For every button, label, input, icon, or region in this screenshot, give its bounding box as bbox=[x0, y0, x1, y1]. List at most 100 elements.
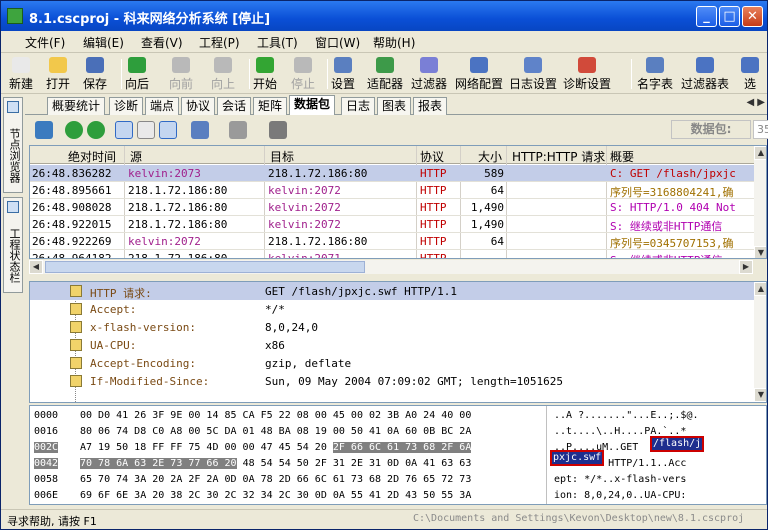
toolbar-save-button[interactable]: 保存 bbox=[83, 57, 107, 91]
toolbar-network-config-button[interactable]: 网络配置 bbox=[455, 57, 503, 91]
cell-dst: kelvin:2071 bbox=[268, 252, 341, 259]
tab-chart[interactable]: 图表 bbox=[377, 97, 412, 115]
hex-bytes[interactable]: A7 19 50 18 FF FF 75 4D 00 00 47 45 54 2… bbox=[80, 442, 472, 453]
hex-bytes[interactable]: 00 D0 41 26 3F 9E 00 14 85 CA F5 22 08 0… bbox=[80, 410, 471, 421]
col-destination[interactable]: 目标 bbox=[270, 148, 294, 165]
tab-scroll-arrows[interactable]: ◀ ▶ bbox=[746, 97, 765, 108]
toolbar-open-button[interactable]: 打开 bbox=[46, 57, 70, 91]
packet-list-hscroll[interactable]: ◀ ▶ bbox=[29, 260, 753, 274]
packet-list-scrollbar[interactable]: ▲ ▼ bbox=[754, 146, 766, 258]
table-row[interactable]: 26:48.836282 kelvin:2073 218.1.72.186:80 HT… bbox=[30, 165, 754, 182]
tree-item[interactable]: UA-CPU: x86 bbox=[30, 336, 754, 354]
menu-file[interactable]: 文件(F) bbox=[25, 34, 65, 51]
tree-item[interactable]: Accept-Encoding: gzip, deflate bbox=[30, 354, 754, 372]
toolbar-select-button[interactable]: 选 bbox=[741, 57, 759, 91]
toolbar-log-settings-button[interactable]: 日志设置 bbox=[509, 57, 557, 91]
toolbar-label: 设置 bbox=[331, 77, 356, 91]
table-row[interactable]: 26:48.908028 218.1.72.186:80 kelvin:2072 HT… bbox=[30, 199, 754, 216]
col-summary[interactable]: 概要 bbox=[610, 148, 634, 165]
node-browser-tab[interactable]: 节点浏览器 bbox=[3, 97, 23, 193]
col-abs-time[interactable]: 绝对时间 bbox=[68, 148, 116, 165]
packet-tool-icon[interactable] bbox=[35, 121, 53, 139]
app-icon bbox=[7, 8, 23, 24]
toolbar-settings-button[interactable]: 设置 bbox=[331, 57, 355, 91]
col-protocol[interactable]: 协议 bbox=[420, 148, 444, 165]
cell-proto: HTTP bbox=[420, 218, 447, 231]
tree-item[interactable]: x-flash-version: 8,0,24,0 bbox=[30, 318, 754, 336]
tab-diagnosis[interactable]: 诊断 bbox=[109, 97, 144, 115]
menu-edit[interactable]: 编辑(E) bbox=[83, 34, 124, 51]
column-options-icon[interactable] bbox=[191, 121, 209, 139]
next-packet-icon[interactable] bbox=[87, 121, 105, 139]
toolbar-filter-button[interactable]: 过滤器 bbox=[411, 57, 447, 91]
toolbar-diagnosis-settings-button[interactable]: 诊断设置 bbox=[563, 57, 611, 91]
menu-view[interactable]: 查看(V) bbox=[141, 34, 183, 51]
toolbar-adapter-button[interactable]: 适配器 bbox=[367, 57, 403, 91]
cell-dst: 218.1.72.186:80 bbox=[268, 235, 368, 248]
toolbar-forward-button[interactable]: 向前 bbox=[169, 57, 193, 91]
close-button[interactable]: ✕ bbox=[742, 6, 763, 27]
hex-bytes[interactable]: 69 6F 6E 3A 20 38 2C 30 2C 32 34 2C 30 0… bbox=[80, 490, 471, 501]
tree-item[interactable]: If-Modified-Since: Sun, 09 May 2004 07:09… bbox=[30, 372, 754, 390]
hex-bytes[interactable]: 80 06 74 D8 C0 A8 00 5C DA 01 48 BA 08 1… bbox=[80, 426, 471, 437]
node-browser-icon bbox=[7, 101, 19, 113]
tab-packets[interactable]: 数据包 bbox=[289, 95, 336, 115]
menu-project[interactable]: 工程(P) bbox=[199, 34, 240, 51]
cell-summary: S: 继续或非HTTP通信 bbox=[610, 220, 723, 233]
menu-tools[interactable]: 工具(T) bbox=[257, 34, 298, 51]
scroll-up-icon[interactable]: ▲ bbox=[754, 146, 766, 160]
decode-icon[interactable] bbox=[269, 121, 287, 139]
log-settings-icon bbox=[524, 57, 542, 73]
hex-bytes[interactable]: 65 70 74 3A 20 2A 2F 2A 0D 0A 78 2D 66 6… bbox=[80, 474, 471, 485]
scroll-right-icon[interactable]: ▶ bbox=[739, 260, 753, 274]
project-status-tab[interactable]: 工程状态栏 bbox=[3, 197, 23, 293]
field-value: GET /flash/jpxjc.swf HTTP/1.1 bbox=[265, 285, 458, 298]
hex-ascii[interactable]: ..A ?......."...E..;.$@. bbox=[554, 410, 699, 421]
toolbar-start-button[interactable]: 开始 bbox=[253, 57, 277, 91]
hex-view-icon[interactable] bbox=[159, 121, 177, 139]
tab-matrix[interactable]: 矩阵 bbox=[253, 97, 288, 115]
scroll-up-icon[interactable]: ▲ bbox=[754, 282, 766, 296]
toolbar-name-table-button[interactable]: 名字表 bbox=[637, 57, 673, 91]
toolbar-up-button[interactable]: 向上 bbox=[211, 57, 235, 91]
table-row[interactable]: 26:48.964182 218.1.72.186:80 kelvin:2071 HT… bbox=[30, 250, 754, 259]
tab-report[interactable]: 报表 bbox=[413, 97, 448, 115]
col-source[interactable]: 源 bbox=[130, 148, 142, 165]
scroll-down-icon[interactable]: ▼ bbox=[754, 246, 766, 258]
toolbar-stop-button[interactable]: 停止 bbox=[291, 57, 315, 91]
tab-log[interactable]: 日志 bbox=[341, 97, 376, 115]
tab-summary[interactable]: 概要统计 bbox=[47, 97, 106, 115]
minimize-button[interactable]: _ bbox=[696, 6, 717, 27]
field-value: Sun, 09 May 2004 07:09:02 GMT; length=10… bbox=[265, 375, 564, 388]
tab-endpoint[interactable]: 端点 bbox=[145, 97, 180, 115]
toolbar-new-button[interactable]: 新建 bbox=[9, 57, 33, 91]
toolbar-back-button[interactable]: 向后 bbox=[125, 57, 149, 91]
title-bar[interactable]: 8.1.cscproj - 科来网络分析系统 [停止] _ □ ✕ bbox=[1, 1, 767, 31]
toolbar-filter-table-button[interactable]: 过滤器表 bbox=[681, 57, 729, 91]
cell-time: 26:48.922269 bbox=[32, 235, 112, 248]
hex-ascii[interactable]: ept: */*..x-flash-vers bbox=[554, 474, 686, 485]
table-row[interactable]: 26:48.895661 218.1.72.186:80 kelvin:2072 HT… bbox=[30, 182, 754, 199]
table-row[interactable]: 26:48.922269 kelvin:2072 218.1.72.186:80 HT… bbox=[30, 233, 754, 250]
scroll-left-icon[interactable]: ◀ bbox=[29, 260, 43, 274]
menu-help[interactable]: 帮助(H) bbox=[373, 34, 415, 51]
hex-bytes[interactable]: 70 78 6A 63 2E 73 77 66 20 48 54 54 50 2… bbox=[80, 458, 471, 469]
tab-protocol[interactable]: 协议 bbox=[181, 97, 216, 115]
toolbar-label: 过滤器表 bbox=[681, 77, 730, 91]
detail-view-icon[interactable] bbox=[137, 121, 155, 139]
table-row[interactable]: 26:48.922015 218.1.72.186:80 kelvin:2072 HT… bbox=[30, 216, 754, 233]
decode-tree-scrollbar[interactable]: ▲ ▼ bbox=[754, 282, 766, 402]
menu-window[interactable]: 窗口(W) bbox=[315, 34, 360, 51]
filter-options-icon[interactable] bbox=[229, 121, 247, 139]
list-view-icon[interactable] bbox=[115, 121, 133, 139]
col-http-request[interactable]: HTTP:HTTP 请求 bbox=[512, 148, 605, 165]
tab-session[interactable]: 会话 bbox=[217, 97, 252, 115]
cell-dst: kelvin:2072 bbox=[268, 218, 341, 231]
maximize-button[interactable]: □ bbox=[719, 6, 740, 27]
hex-ascii[interactable]: ion: 8,0,24,0..UA-CPU: bbox=[554, 490, 686, 501]
col-size[interactable]: 大小 bbox=[478, 148, 502, 165]
tree-item[interactable]: HTTP 请求: GET /flash/jpxjc.swf HTTP/1.1 bbox=[30, 282, 754, 300]
prev-packet-icon[interactable] bbox=[65, 121, 83, 139]
tree-item[interactable]: Accept: */* bbox=[30, 300, 754, 318]
scroll-down-icon[interactable]: ▼ bbox=[754, 388, 766, 402]
